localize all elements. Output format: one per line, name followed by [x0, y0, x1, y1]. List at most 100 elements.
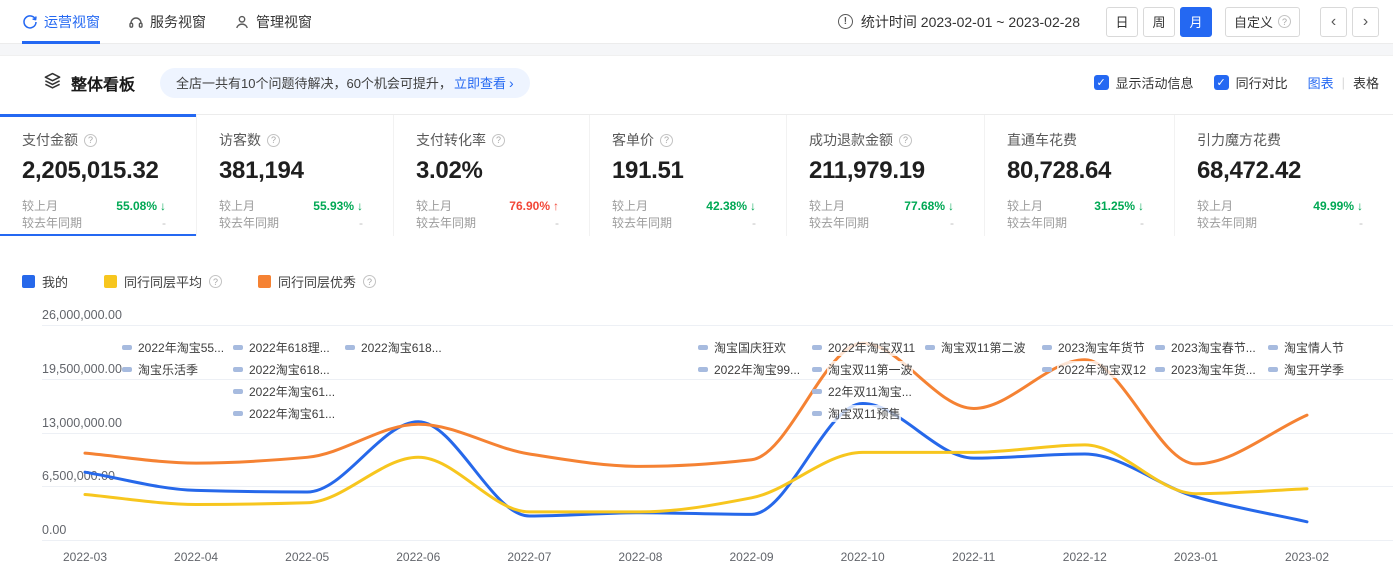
trend-chart: 我的同行同层平均同行同层优秀 26,000,000.0019,500,000.0…: [0, 232, 1393, 583]
kpi-compare-rows: 较上月55.08%↓较去年同期-: [22, 198, 166, 232]
activity-checkbox[interactable]: [1094, 75, 1109, 90]
view-now-link[interactable]: 立即查看: [454, 73, 506, 92]
kpi-mom-row: 较上月42.38%↓: [612, 198, 756, 215]
help-icon[interactable]: [660, 134, 673, 147]
kpi-card-row: 支付金额2,205,015.32较上月55.08%↓较去年同期-访客数381,1…: [0, 114, 1393, 236]
event-annotation[interactable]: 2022年淘宝双11: [812, 338, 916, 356]
event-flag-icon: [122, 367, 132, 372]
chevron-right-icon: ›: [509, 75, 514, 91]
kpi-mom-row: 较上月76.90%↑: [416, 198, 559, 215]
peer-compare-checkbox[interactable]: [1214, 75, 1229, 90]
toggle-peer-compare: 同行对比: [1214, 73, 1288, 92]
event-flag-icon: [812, 389, 822, 394]
kpi-mom-row: 较上月55.93%↓: [219, 198, 363, 215]
next-period-button[interactable]: ›: [1352, 7, 1379, 37]
kpi-card[interactable]: 支付转化率3.02%较上月76.90%↑较去年同期-: [394, 115, 590, 236]
tab-management-view[interactable]: 管理视窗: [234, 0, 312, 44]
event-annotation[interactable]: 2022年淘宝55...: [122, 338, 225, 356]
help-icon[interactable]: [84, 134, 97, 147]
event-flag-icon: [233, 389, 243, 394]
kpi-compare-rows: 较上月55.93%↓较去年同期-: [219, 198, 363, 232]
event-annotation-label: 淘宝情人节: [1283, 339, 1345, 356]
custom-period-label: 自定义: [1234, 12, 1273, 31]
event-annotation[interactable]: 2022淘宝618...: [233, 360, 331, 378]
kpi-mom-label: 较上月: [22, 198, 58, 215]
help-icon[interactable]: [492, 134, 505, 147]
tab-operations-view[interactable]: 运营视窗: [22, 0, 100, 44]
event-annotation[interactable]: 2023淘宝春节...: [1155, 338, 1257, 356]
event-annotation-label: 2023淘宝春节...: [1170, 339, 1257, 356]
event-annotation[interactable]: 淘宝双11预售: [812, 404, 901, 422]
event-annotation[interactable]: 淘宝双11第二波: [925, 338, 1026, 356]
kpi-label: 引力魔方花费: [1197, 130, 1393, 150]
kpi-card[interactable]: 客单价191.51较上月42.38%↓较去年同期-: [590, 115, 787, 236]
kpi-card[interactable]: 支付金额2,205,015.32较上月55.08%↓较去年同期-: [0, 115, 197, 236]
event-flag-icon: [233, 345, 243, 350]
arrow-down-icon: ↓: [357, 199, 363, 213]
event-annotation-label: 2023淘宝年货节: [1057, 339, 1146, 356]
period-button-日[interactable]: 日: [1106, 7, 1138, 37]
event-annotation[interactable]: 2022年618理...: [233, 338, 331, 356]
kpi-mom-value: 77.68%↓: [904, 198, 954, 215]
event-annotation[interactable]: 2022年淘宝61...: [233, 404, 336, 422]
kpi-card[interactable]: 访客数381,194较上月55.93%↓较去年同期-: [197, 115, 394, 236]
event-annotation-label: 2022年618理...: [248, 339, 331, 356]
event-annotation-label: 2023淘宝年货...: [1170, 361, 1257, 378]
kpi-card[interactable]: 引力魔方花费68,472.42较上月49.99%↓较去年同期-: [1175, 115, 1393, 236]
help-icon[interactable]: [899, 134, 912, 147]
tab-service-view[interactable]: 服务视窗: [128, 0, 206, 44]
event-flag-icon: [1042, 345, 1052, 350]
view-table-link[interactable]: 表格: [1353, 73, 1379, 92]
kpi-compare-rows: 较上月42.38%↓较去年同期-: [612, 198, 756, 232]
kpi-card[interactable]: 直通车花费80,728.64较上月31.25%↓较去年同期-: [985, 115, 1175, 236]
event-annotation[interactable]: 淘宝国庆狂欢: [698, 338, 787, 356]
event-annotation[interactable]: 2023淘宝年货...: [1155, 360, 1257, 378]
stat-time-label: 统计时间 2023-02-01 ~ 2023-02-28: [861, 12, 1080, 32]
event-annotation[interactable]: 2022年淘宝双12: [1042, 360, 1147, 378]
period-nav: ‹ ›: [1320, 7, 1379, 37]
event-annotation[interactable]: 淘宝情人节: [1268, 338, 1345, 356]
event-annotation[interactable]: 淘宝乐活季: [122, 360, 199, 378]
kpi-mom-label: 较上月: [1197, 198, 1233, 215]
service-view-icon: [128, 14, 144, 30]
event-annotation[interactable]: 淘宝双11第一波: [812, 360, 913, 378]
kpi-yoy-row: 较去年同期-: [416, 215, 559, 232]
kpi-mom-value: 49.99%↓: [1313, 198, 1363, 215]
period-button-周[interactable]: 周: [1143, 7, 1175, 37]
period-button-月[interactable]: 月: [1180, 7, 1212, 37]
event-annotation-label: 22年双11淘宝...: [827, 383, 913, 400]
event-annotation-label: 2022年淘宝61...: [248, 383, 336, 400]
kpi-compare-rows: 较上月31.25%↓较去年同期-: [1007, 198, 1144, 232]
kpi-yoy-row: 较去年同期-: [1007, 215, 1144, 232]
kpi-mom-label: 较上月: [1007, 198, 1043, 215]
event-annotation[interactable]: 2022淘宝618...: [345, 338, 443, 356]
event-annotation-label: 淘宝双11预售: [827, 405, 901, 422]
event-flag-icon: [233, 411, 243, 416]
event-annotation[interactable]: 2022年淘宝99...: [698, 360, 801, 378]
event-flag-icon: [1042, 367, 1052, 372]
custom-period-button[interactable]: 自定义: [1225, 7, 1300, 37]
kpi-yoy-value: -: [555, 215, 559, 232]
board-header: 整体看板 全店一共有10个问题待解决，60个机会可提升， 立即查看 › 显示活动…: [0, 56, 1393, 109]
view-chart-link[interactable]: 图表: [1308, 73, 1334, 92]
help-icon: [1278, 15, 1291, 28]
arrow-up-icon: ↑: [553, 199, 559, 213]
event-annotation[interactable]: 淘宝开学季: [1268, 360, 1345, 378]
kpi-mom-value: 55.08%↓: [116, 198, 166, 215]
prev-period-button[interactable]: ‹: [1320, 7, 1347, 37]
kpi-mom-row: 较上月31.25%↓: [1007, 198, 1144, 215]
notice-pill: 全店一共有10个问题待解决，60个机会可提升， 立即查看 ›: [160, 68, 530, 98]
help-icon[interactable]: [267, 134, 280, 147]
event-annotation[interactable]: 2022年淘宝61...: [233, 382, 336, 400]
kpi-yoy-label: 较去年同期: [1197, 215, 1257, 232]
event-flag-icon: [1268, 367, 1278, 372]
event-flag-icon: [345, 345, 355, 350]
kpi-yoy-value: -: [1359, 215, 1363, 232]
arrow-down-icon: ↓: [160, 199, 166, 213]
event-annotation[interactable]: 2023淘宝年货节: [1042, 338, 1146, 356]
event-annotation[interactable]: 22年双11淘宝...: [812, 382, 913, 400]
kpi-mom-row: 较上月77.68%↓: [809, 198, 954, 215]
kpi-yoy-value: -: [359, 215, 363, 232]
tab-label: 运营视窗: [44, 12, 100, 32]
kpi-card[interactable]: 成功退款金额211,979.19较上月77.68%↓较去年同期-: [787, 115, 985, 236]
